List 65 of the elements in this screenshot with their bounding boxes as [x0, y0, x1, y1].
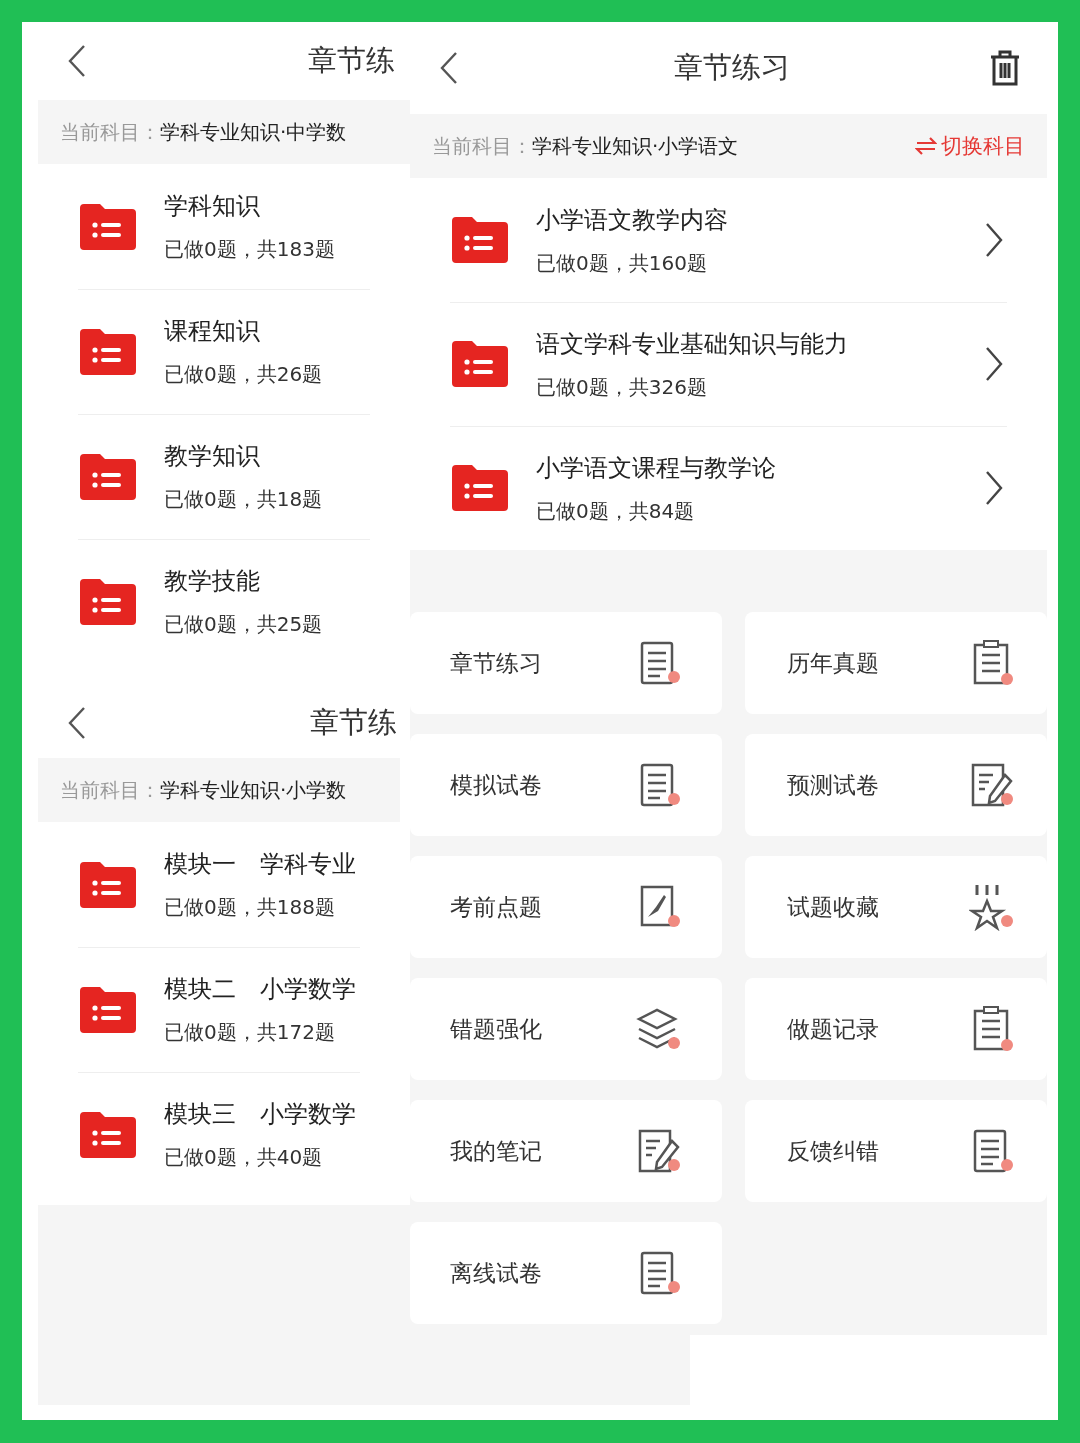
chapter-title: 模块三 小学数学: [164, 1099, 357, 1130]
question-count: 已做0题，共84题: [536, 497, 696, 525]
tool-tile[interactable]: 预测试卷: [745, 734, 1047, 836]
tool-tile[interactable]: 模拟试卷: [410, 734, 722, 836]
tool-tile[interactable]: 试题收藏: [745, 856, 1047, 958]
folder-icon: [78, 986, 136, 1033]
chevron-right-icon: [985, 223, 1003, 257]
chapter-title: 课程知识: [164, 316, 261, 347]
chapter-title: 教学技能: [164, 566, 261, 597]
edit-icon: [636, 1127, 682, 1175]
chapter-item[interactable]: 语文学科专业基础知识与能力 已做0题，共326题: [410, 302, 1047, 426]
trash-icon[interactable]: [989, 50, 1021, 86]
folder-icon: [78, 578, 136, 625]
folder-icon: [78, 328, 136, 375]
tool-tile[interactable]: 错题强化: [410, 978, 722, 1080]
chapter-title: 语文学科专业基础知识与能力: [536, 328, 849, 360]
page-title: 章节练习: [674, 49, 791, 86]
tool-tile[interactable]: 离线试卷: [410, 1222, 722, 1324]
back-icon[interactable]: [68, 45, 86, 77]
tool-tile[interactable]: 做题记录: [745, 978, 1047, 1080]
chapter-item[interactable]: 小学语文课程与教学论 已做0题，共84题: [410, 426, 1047, 550]
edit-icon: [969, 761, 1015, 809]
chevron-right-icon: [985, 347, 1003, 381]
question-count: 已做0题，共18题: [164, 486, 324, 513]
subject-label: 当前科目：: [60, 118, 160, 146]
page-title: 章节练: [308, 42, 395, 79]
folder-icon: [78, 203, 136, 250]
star-icon: [969, 883, 1015, 931]
chapter-title: 学科知识: [164, 191, 261, 222]
subject-name: 学科专业知识·小学数: [160, 776, 347, 804]
chapter-title: 教学知识: [164, 441, 261, 472]
chapter-title: 模块二 小学数学: [164, 974, 357, 1005]
back-icon[interactable]: [68, 707, 86, 739]
subject-label: 当前科目：: [432, 132, 532, 160]
back-icon[interactable]: [440, 52, 458, 84]
chevron-right-icon: [985, 471, 1003, 505]
tool-tile[interactable]: 考前点题: [410, 856, 722, 958]
tool-tile[interactable]: 章节练习: [410, 612, 722, 714]
folder-icon: [450, 465, 508, 511]
question-count: 已做0题，共188题: [164, 894, 336, 921]
chapter-title: 小学语文教学内容: [536, 204, 729, 236]
tool-tile[interactable]: 历年真题: [745, 612, 1047, 714]
chapter-title: 小学语文课程与教学论: [536, 452, 777, 484]
folder-icon: [78, 1111, 136, 1158]
tool-tile[interactable]: 反馈纠错: [745, 1100, 1047, 1202]
subject-label: 当前科目：: [60, 776, 160, 804]
subject-name: 学科专业知识·中学数: [160, 118, 347, 146]
question-count: 已做0题，共160题: [536, 249, 708, 277]
tool-tile[interactable]: 我的笔记: [410, 1100, 722, 1202]
question-count: 已做0题，共183题: [164, 236, 336, 263]
chapter-title: 模块一 学科专业: [164, 849, 357, 880]
folder-icon: [78, 453, 136, 500]
folder-icon: [450, 341, 508, 387]
page-title: 章节练: [310, 704, 397, 741]
question-count: 已做0题，共326题: [536, 373, 708, 401]
folder-icon: [78, 861, 136, 908]
chapter-item[interactable]: 小学语文教学内容 已做0题，共160题: [410, 178, 1047, 302]
question-count: 已做0题，共172题: [164, 1019, 336, 1046]
question-count: 已做0题，共25题: [164, 611, 324, 638]
subject-name: 学科专业知识·小学语文: [532, 132, 739, 160]
folder-icon: [450, 217, 508, 263]
switch-subject-link[interactable]: 切换科目: [915, 132, 1025, 160]
swap-icon: [915, 137, 937, 155]
question-count: 已做0题，共26题: [164, 361, 324, 388]
question-count: 已做0题，共40题: [164, 1144, 324, 1171]
